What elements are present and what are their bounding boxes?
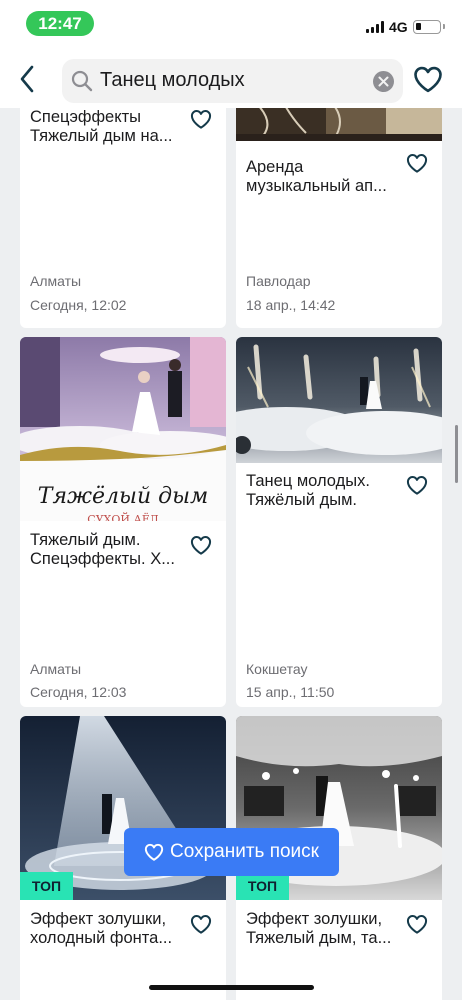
heart-icon[interactable] — [406, 475, 428, 495]
heart-icon — [144, 843, 164, 861]
photo-caption: Тяжёлый дым — [38, 484, 208, 509]
search-input[interactable]: Танец молодых — [62, 59, 403, 103]
favorite-search-button[interactable] — [413, 65, 443, 98]
listing-title: Эффект золушки, холодный фонта... — [30, 910, 173, 947]
listing-title: Тяжелый дым. Спецэффекты. Х... — [30, 531, 175, 568]
back-button[interactable] — [12, 62, 42, 96]
listing-title: Танец молодых. Тяжёлый дым. — [246, 472, 370, 509]
heart-icon[interactable] — [406, 153, 428, 173]
heart-icon[interactable] — [190, 914, 212, 934]
listing-date: 15 апр., 11:50 — [246, 684, 335, 700]
listing-card[interactable]: Аренда музыкальный ап... Павлодар 18 апр… — [236, 108, 442, 328]
listing-date: Сегодня, 12:02 — [30, 297, 127, 313]
home-indicator[interactable] — [149, 985, 314, 990]
clear-search-button[interactable] — [373, 71, 394, 92]
cellular-signal-icon — [366, 21, 384, 33]
heart-icon[interactable] — [190, 109, 212, 129]
listing-photo — [236, 337, 442, 463]
listing-city: Алматы — [30, 273, 82, 289]
close-icon — [378, 76, 389, 87]
listing-city: Кокшетау — [246, 661, 308, 677]
heart-icon — [414, 66, 442, 93]
listing-date: Сегодня, 12:03 — [30, 684, 127, 700]
network-type: 4G — [389, 19, 408, 35]
scrollbar[interactable] — [455, 425, 458, 483]
listing-photo: Тяжёлый дым СУХОЙ АЁД — [20, 337, 226, 521]
listing-photo — [236, 108, 442, 141]
listing-date: 18 апр., 14:42 — [246, 297, 336, 313]
photo-subcaption: СУХОЙ АЁД — [87, 512, 159, 521]
status-time: 12:47 — [26, 11, 94, 36]
status-bar: 12:47 4G — [0, 0, 462, 50]
listing-card[interactable]: Танец молодых. Тяжёлый дым. Кокшетау 15 … — [236, 337, 442, 707]
search-header: Танец молодых — [0, 50, 462, 108]
search-icon — [71, 70, 93, 92]
listing-card[interactable]: Спецэффекты Тяжелый дым на... Алматы Сег… — [20, 108, 226, 328]
save-search-button[interactable]: Сохранить поиск — [124, 828, 339, 876]
battery-icon — [413, 20, 445, 34]
save-search-label: Сохранить поиск — [170, 841, 319, 862]
top-badge: ТОП — [236, 872, 289, 900]
listing-city: Алматы — [30, 661, 82, 677]
listing-card[interactable]: Тяжёлый дым СУХОЙ АЁД Тяжелый дым. Спецэ… — [20, 337, 226, 707]
listing-title: Аренда музыкальный ап... — [246, 158, 387, 195]
listing-title: Спецэффекты Тяжелый дым на... — [30, 108, 173, 145]
top-badge: ТОП — [20, 872, 73, 900]
listing-title: Эффект золушки, Тяжелый дым, та... — [246, 910, 392, 947]
listing-city: Павлодар — [246, 273, 311, 289]
search-query[interactable]: Танец молодых — [100, 69, 245, 92]
chevron-left-icon — [20, 65, 34, 93]
heart-icon[interactable] — [190, 535, 212, 555]
heart-icon[interactable] — [406, 914, 428, 934]
